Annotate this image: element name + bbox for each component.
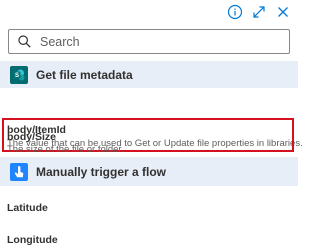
section-manually-trigger-a-flow[interactable]: Manually trigger a flow	[0, 157, 298, 186]
section-title: Get file metadata	[36, 67, 133, 82]
search-box[interactable]	[8, 29, 290, 54]
search-input[interactable]	[40, 31, 280, 52]
panel-header	[0, 0, 298, 26]
svg-text:S: S	[15, 73, 19, 79]
dynamic-content-item-body-size[interactable]: body/Size The size of the file or folder…	[0, 125, 298, 157]
expand-icon[interactable]	[250, 3, 268, 21]
manual-trigger-icon	[10, 162, 28, 181]
dynamic-content-item-latitude[interactable]: Latitude	[0, 196, 298, 218]
item-label: Longitude	[7, 234, 58, 246]
section-get-file-metadata[interactable]: S Get file metadata	[0, 61, 298, 88]
sharepoint-icon: S	[10, 65, 28, 84]
item-label: body/Size	[7, 131, 57, 143]
item-description: The size of the file or folder.	[7, 144, 124, 155]
dynamic-content-item-longitude[interactable]: Longitude	[0, 228, 298, 250]
search-icon	[18, 35, 32, 49]
info-icon[interactable]	[226, 3, 244, 21]
close-icon[interactable]	[274, 3, 292, 21]
section-title: Manually trigger a flow	[36, 164, 167, 179]
item-label: Latitude	[7, 202, 48, 214]
